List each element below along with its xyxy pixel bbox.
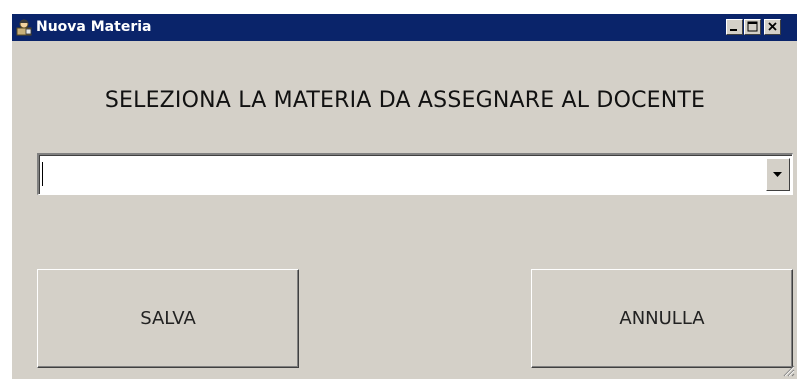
instruction-heading: SELEZIONA LA MATERIA DA ASSEGNARE AL DOC… xyxy=(104,88,706,113)
maximize-icon xyxy=(747,21,758,32)
window-title: Nuova Materia xyxy=(36,19,152,35)
close-icon xyxy=(768,22,777,31)
chevron-down-icon xyxy=(773,172,782,177)
dropdown-button[interactable] xyxy=(766,158,790,191)
maximize-button[interactable] xyxy=(744,19,761,35)
minimize-button[interactable] xyxy=(726,19,743,35)
save-button[interactable]: SALVA xyxy=(37,269,299,368)
resize-grip-icon[interactable] xyxy=(781,363,795,377)
close-button[interactable] xyxy=(764,19,781,35)
subject-combobox[interactable] xyxy=(37,153,793,195)
title-bar[interactable]: Nuova Materia xyxy=(12,14,797,41)
cancel-button[interactable]: ANNULLA xyxy=(531,269,793,368)
teacher-app-icon xyxy=(15,18,33,36)
text-caret xyxy=(42,162,43,186)
minimize-icon xyxy=(730,29,737,31)
dialog-window: Nuova Materia SELEZIONA LA MATERIA DA AS… xyxy=(11,13,797,379)
